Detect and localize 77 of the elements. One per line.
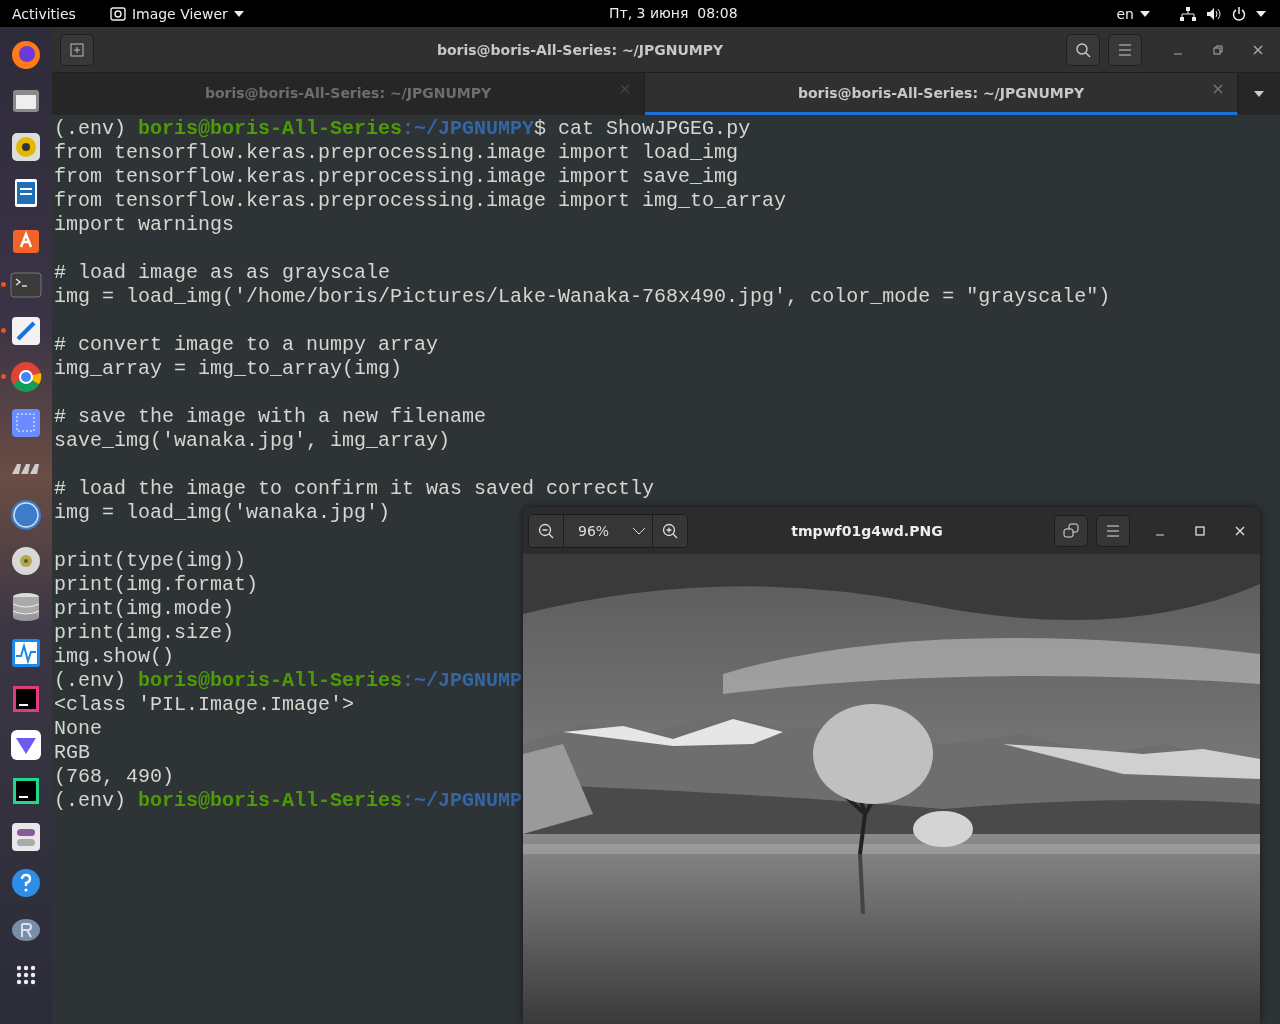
menu-icon: [1106, 524, 1120, 537]
plus-icon: [70, 42, 84, 57]
power-icon: [1232, 6, 1246, 21]
terminal-line: # convert image to a numpy array: [54, 333, 439, 357]
terminal-command: $ cat ShowJPGEG.py: [534, 117, 751, 141]
app-grid-icon[interactable]: [16, 965, 36, 985]
env-name: (.env): [54, 789, 127, 813]
system-monitor-icon[interactable]: [9, 636, 43, 670]
window-title: boris@boris-All-Series: ~/JPGNUMPY: [435, 41, 725, 58]
help-icon[interactable]: [9, 866, 43, 900]
terminal-line: # load the image to confirm it was saved correctly: [54, 477, 655, 501]
terminal-line: print(type(img)): [54, 549, 247, 573]
search-button[interactable]: [1066, 33, 1100, 66]
terminal-line: from tensorflow.keras.preprocessing.image import img_to_array: [54, 189, 787, 213]
caret-icon: [1140, 10, 1150, 17]
terminal-line: print(img.size): [54, 621, 235, 645]
prompt-user: boris@boris-All-Series: [138, 117, 403, 141]
close-icon: [1213, 84, 1223, 94]
activities-button[interactable]: Activities: [12, 5, 76, 22]
toggle-icon[interactable]: [9, 820, 43, 854]
text-editor-icon[interactable]: [9, 314, 43, 348]
terminal-line: img = load_img('wanaka.jpg'): [54, 501, 391, 525]
terminal-line: from tensorflow.keras.preprocessing.image import load_img: [54, 141, 739, 165]
disc-icon[interactable]: [9, 544, 43, 578]
clock[interactable]: Пт, 3 июня 08:08: [609, 5, 738, 21]
menu-button[interactable]: [1096, 514, 1130, 547]
close-icon: [620, 84, 630, 94]
close-icon: [1253, 44, 1263, 55]
maximize-icon: [1195, 525, 1205, 536]
chrome-icon[interactable]: [9, 360, 43, 394]
terminal-line: img_array = img_to_array(img): [54, 357, 403, 381]
terminal-line: # load image as as grayscale: [54, 261, 391, 285]
prompt-user: boris@boris-All-Series: [138, 789, 403, 813]
network-icon: [1180, 6, 1196, 21]
app-menu[interactable]: Image Viewer: [109, 5, 244, 22]
restore-icon: [1213, 44, 1223, 55]
terminal-tab[interactable]: boris@boris-All-Series: ~/JPGNUMPY: [645, 73, 1238, 115]
language-menu[interactable]: en: [1116, 5, 1150, 22]
env-name: (.env): [54, 117, 127, 141]
search-icon: [1075, 41, 1091, 58]
music-player-icon[interactable]: [9, 130, 43, 164]
terminal-line: print(img.format): [54, 573, 259, 597]
terminal-line: import warnings: [54, 213, 235, 237]
volume-icon: [1206, 6, 1222, 21]
minimize-icon: [1173, 52, 1183, 55]
terminal-line: save_img('wanaka.jpg', img_array): [54, 429, 451, 453]
terminal-line: print(img.mode): [54, 597, 235, 621]
prompt-path: :~/JPGNUMP: [402, 789, 523, 813]
screenshot-icon[interactable]: [9, 406, 43, 440]
terminal-line: # save the image with a new filename: [54, 405, 487, 429]
system-menu[interactable]: [1180, 6, 1266, 21]
terminal-line: <class 'PIL.Image.Image'>: [54, 693, 355, 717]
terminal-line: from tensorflow.keras.preprocessing.image import save_img: [54, 165, 739, 189]
prompt-path: :~/JPGNUMP: [402, 669, 523, 693]
new-tab-button[interactable]: [60, 33, 94, 66]
image-icon: [109, 6, 126, 21]
rotate-icon: [1063, 522, 1079, 539]
menu-button[interactable]: [1108, 33, 1142, 66]
window-title: tmpwf01g4wd.PNG: [790, 522, 944, 539]
zoom-out-icon: [538, 522, 554, 539]
terminal-line: (768, 490): [54, 765, 175, 789]
terminal-line: RGB: [54, 741, 90, 765]
terminal-line: img.show(): [54, 645, 175, 669]
rotate-button[interactable]: [1054, 514, 1088, 547]
terminal-line: None: [54, 717, 102, 741]
caret-icon[interactable]: [1254, 91, 1264, 97]
zoom-in-icon: [662, 522, 678, 539]
terminal-line: img = load_img('/home/boris/Pictures/Lake-Wanaka-768x490.jpg', color_mode = "grayscale"): [54, 285, 1111, 309]
minimize-icon: [1155, 533, 1165, 536]
prompt-user: boris@boris-All-Series: [138, 669, 403, 693]
menu-icon: [1118, 43, 1132, 56]
chevron-icon: [632, 526, 646, 535]
prompt-path: :~/JPGNUMPY: [402, 117, 535, 141]
env-name: (.env): [54, 669, 127, 693]
close-icon: [1235, 525, 1245, 536]
caret-icon: [233, 10, 244, 17]
caret-icon: [1256, 10, 1266, 17]
